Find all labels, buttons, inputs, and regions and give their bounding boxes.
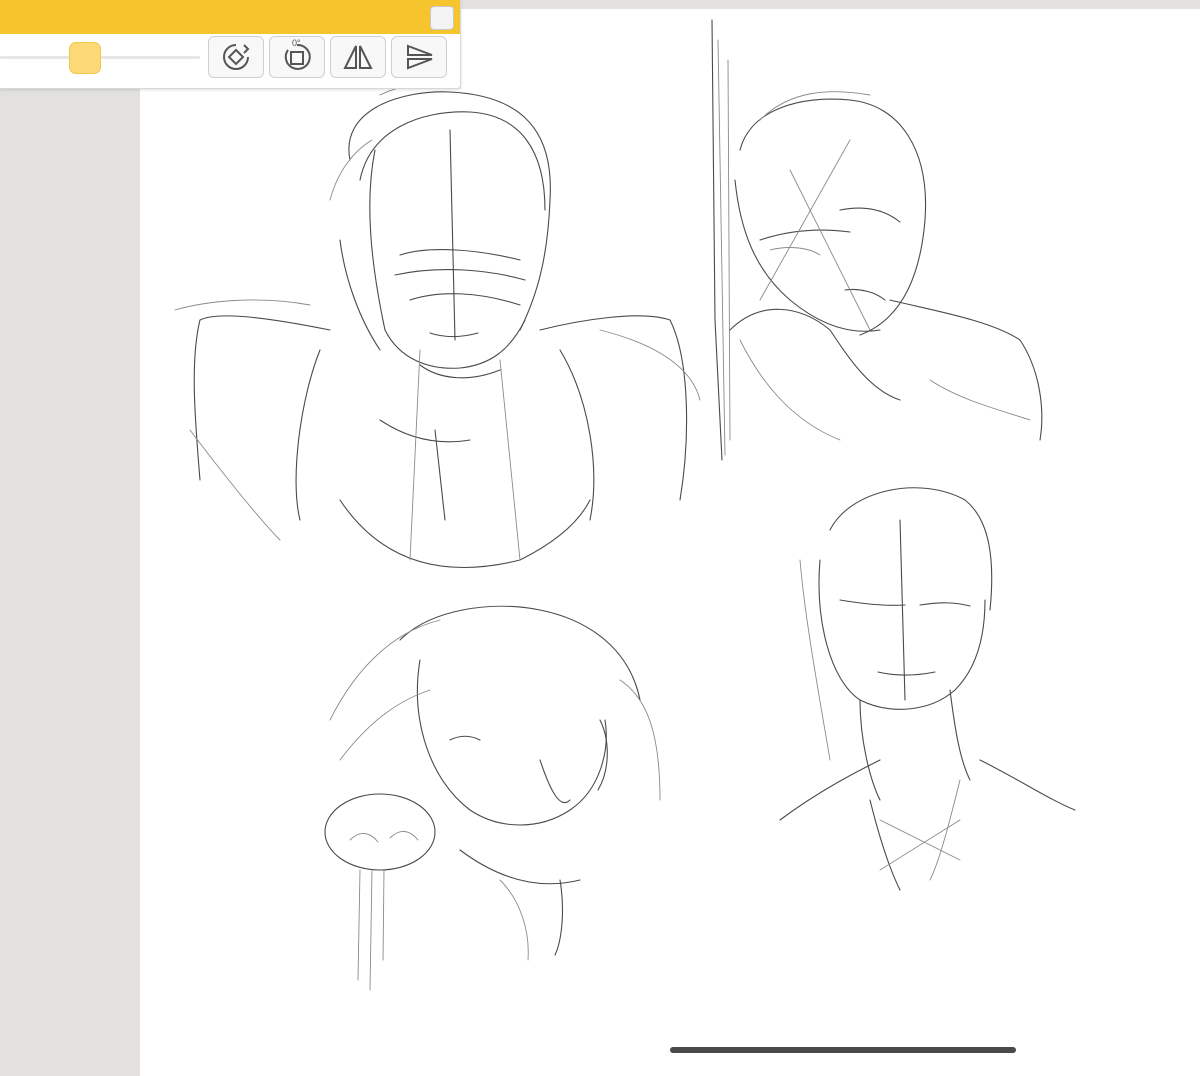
rotation-slider-thumb[interactable]: [69, 42, 101, 74]
rotation-degree-label: 0°: [292, 38, 301, 48]
sketch-portrait-2: [711, 19, 1043, 461]
flip-horizontal-icon: [343, 45, 373, 69]
sketch-layer: [174, 19, 1076, 991]
rotate-button[interactable]: [208, 36, 264, 78]
reset-rotation-button[interactable]: 0°: [269, 36, 325, 78]
flip-horizontal-button[interactable]: [330, 36, 386, 78]
sketch-portrait-4: [779, 487, 1076, 891]
flip-vertical-button[interactable]: [391, 36, 447, 78]
home-indicator[interactable]: [670, 1047, 1016, 1053]
close-panel-button[interactable]: [430, 6, 454, 30]
flip-vertical-icon: [407, 44, 433, 70]
rotate-icon: [223, 44, 250, 70]
sketch-portrait-1: [174, 83, 701, 569]
sketch-portrait-3: [324, 605, 661, 991]
panel-header[interactable]: [0, 0, 460, 34]
transform-panel: 0°: [0, 0, 461, 89]
